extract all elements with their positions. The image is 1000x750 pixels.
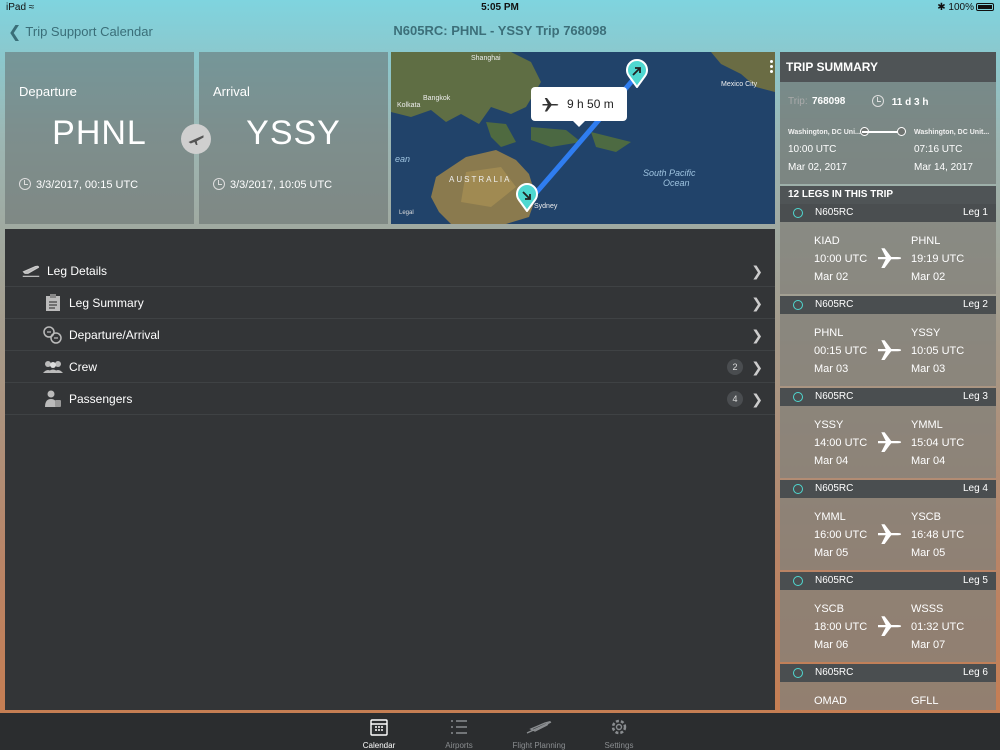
status-time: 5:05 PM <box>481 2 519 13</box>
trip-number: 768098 <box>812 96 846 107</box>
airplane-icon <box>541 96 559 112</box>
airplane-icon <box>874 338 904 365</box>
tab-settings[interactable]: Settings <box>579 717 659 750</box>
trip-summary-title: TRIP SUMMARY <box>780 52 996 82</box>
calendar-icon <box>339 717 419 737</box>
leg-card[interactable]: N605RC Leg 5 YSCB 18:00 UTC Mar 06 WSSS 01:3… <box>780 572 996 662</box>
map-label-australia: AUSTRALIA <box>449 175 511 184</box>
tab-calendar[interactable]: Calendar <box>339 717 419 750</box>
row-leg-details[interactable]: Leg Details ❯ <box>5 255 775 287</box>
route-map[interactable]: Shanghai Kolkata Bangkok Mexico City AUS… <box>391 52 775 224</box>
clock-icon <box>19 178 31 190</box>
legs-header: 12 LEGS IN THIS TRIP <box>780 186 996 204</box>
trip-end-location: Washington, DC Unit... <box>914 129 990 136</box>
more-options-icon[interactable] <box>770 60 773 75</box>
passengers-icon <box>43 389 63 409</box>
leg-status-icon <box>793 484 803 494</box>
leg-status-icon <box>793 300 803 310</box>
trip-start-date: Mar 02, 2017 <box>788 162 847 173</box>
page-title: N605RC: PHNL - YSSY Trip 768098 <box>393 23 607 38</box>
row-departure-arrival[interactable]: Departure/Arrival ❯ <box>5 319 775 351</box>
chevron-right-icon: ❯ <box>751 295 763 311</box>
flight-time-callout: 9 h 50 m <box>531 87 627 127</box>
crew-icon <box>43 357 63 377</box>
arrival-code: YSSY <box>246 114 341 152</box>
chevron-right-icon: ❯ <box>751 327 763 343</box>
clipboard-icon <box>43 293 63 313</box>
departure-label: Departure <box>19 84 77 99</box>
bluetooth-icon: ✱ <box>937 2 946 13</box>
arrival-tile: Arrival YSSY 3/3/2017, 10:05 UTC <box>199 52 388 224</box>
map-label-ocean-partial: ean <box>395 154 410 164</box>
chevron-right-icon: ❯ <box>751 359 763 375</box>
departure-arrival-icon <box>43 325 63 345</box>
map-label-shanghai: Shanghai <box>471 55 501 62</box>
status-bar: iPad ≈ 5:05 PM ✱ 100% <box>0 0 1000 16</box>
departure-tile: Departure PHNL 3/3/2017, 00:15 UTC <box>5 52 194 224</box>
leg-status-icon <box>793 576 803 586</box>
flight-direction-icon <box>181 124 211 154</box>
departure-pin-icon[interactable] <box>625 58 649 93</box>
leg-card[interactable]: N605RC Leg 2 PHNL 00:15 UTC Mar 03 YSSY 10:0… <box>780 296 996 386</box>
arrival-time: 3/3/2017, 10:05 UTC <box>213 178 332 191</box>
row-leg-summary[interactable]: Leg Summary ❯ <box>5 287 775 319</box>
airplane-icon <box>874 614 904 641</box>
airplane-icon <box>874 430 904 457</box>
departure-time: 3/3/2017, 00:15 UTC <box>19 178 138 191</box>
arrival-label: Arrival <box>213 84 250 99</box>
leg-card[interactable]: N605RC Leg 4 YMML 16:00 UTC Mar 05 YSCB 16:4… <box>780 480 996 570</box>
airplane-icon <box>874 246 904 273</box>
tab-flight-planning[interactable]: Flight Planning <box>499 717 579 750</box>
trip-start-time: 10:00 UTC <box>788 144 837 155</box>
leg-status-icon <box>793 208 803 218</box>
trip-end-date: Mar 14, 2017 <box>914 162 973 173</box>
map-background: Shanghai Kolkata Bangkok Mexico City AUS… <box>391 52 775 224</box>
row-crew[interactable]: Crew 2 ❯ <box>5 351 775 383</box>
map-label-bangkok: Bangkok <box>423 95 451 102</box>
tab-airports[interactable]: Airports <box>419 717 499 750</box>
trip-label: Trip: <box>788 96 808 107</box>
clock-icon <box>213 178 225 190</box>
chevron-right-icon: ❯ <box>751 391 763 407</box>
gear-icon <box>579 717 659 737</box>
chevron-right-icon: ❯ <box>751 263 763 279</box>
navigation-bar: ❮ Trip Support Calendar N605RC: PHNL - YS… <box>0 16 1000 46</box>
leg-status-icon <box>793 392 803 402</box>
airplane-icon <box>499 717 579 737</box>
trip-summary-panel: TRIP SUMMARY Trip: 768098 11 d 3 h Washi… <box>780 52 996 710</box>
battery-icon <box>976 3 994 11</box>
map-legal-link[interactable]: Legal <box>399 210 414 216</box>
leg-status-icon <box>793 668 803 678</box>
trip-end-dot <box>897 127 906 136</box>
row-passengers[interactable]: Passengers 4 ❯ <box>5 383 775 415</box>
leg-card[interactable]: N605RC Leg 6 OMAD GFLL <box>780 664 996 710</box>
leg-details-panel: Leg Details ❯ Leg Summary ❯ Departure/Ar… <box>5 229 775 710</box>
trip-summary-info: Trip: 768098 11 d 3 h Washington, DC Uni… <box>780 82 996 184</box>
list-icon <box>419 717 499 737</box>
map-label-kolkata: Kolkata <box>397 102 420 109</box>
trip-end-time: 07:16 UTC <box>914 144 963 155</box>
passenger-count-badge: 4 <box>727 391 743 407</box>
airplane-icon <box>874 522 904 549</box>
battery-status: ✱ 100% <box>937 2 994 13</box>
plane-depart-icon <box>21 261 41 281</box>
tab-bar: Calendar Airports Flight Planning Settin… <box>0 713 1000 750</box>
leg-card[interactable]: N605RC Leg 3 YSSY 14:00 UTC Mar 04 YMML 15:0… <box>780 388 996 478</box>
map-label-mexico-city: Mexico City <box>721 81 758 88</box>
map-label-south-pacific: South Pacific <box>643 168 696 178</box>
clock-icon <box>872 95 884 107</box>
arrival-pin-icon[interactable] <box>515 182 539 217</box>
map-label-ocean: Ocean <box>663 178 690 188</box>
trip-start-location: Washington, DC Uni... <box>788 129 861 136</box>
leg-card[interactable]: N605RC Leg 1 KIAD 10:00 UTC Mar 02 PHNL 19:1… <box>780 204 996 294</box>
departure-code: PHNL <box>52 114 147 152</box>
trip-duration: 11 d 3 h <box>872 95 928 108</box>
crew-count-badge: 2 <box>727 359 743 375</box>
